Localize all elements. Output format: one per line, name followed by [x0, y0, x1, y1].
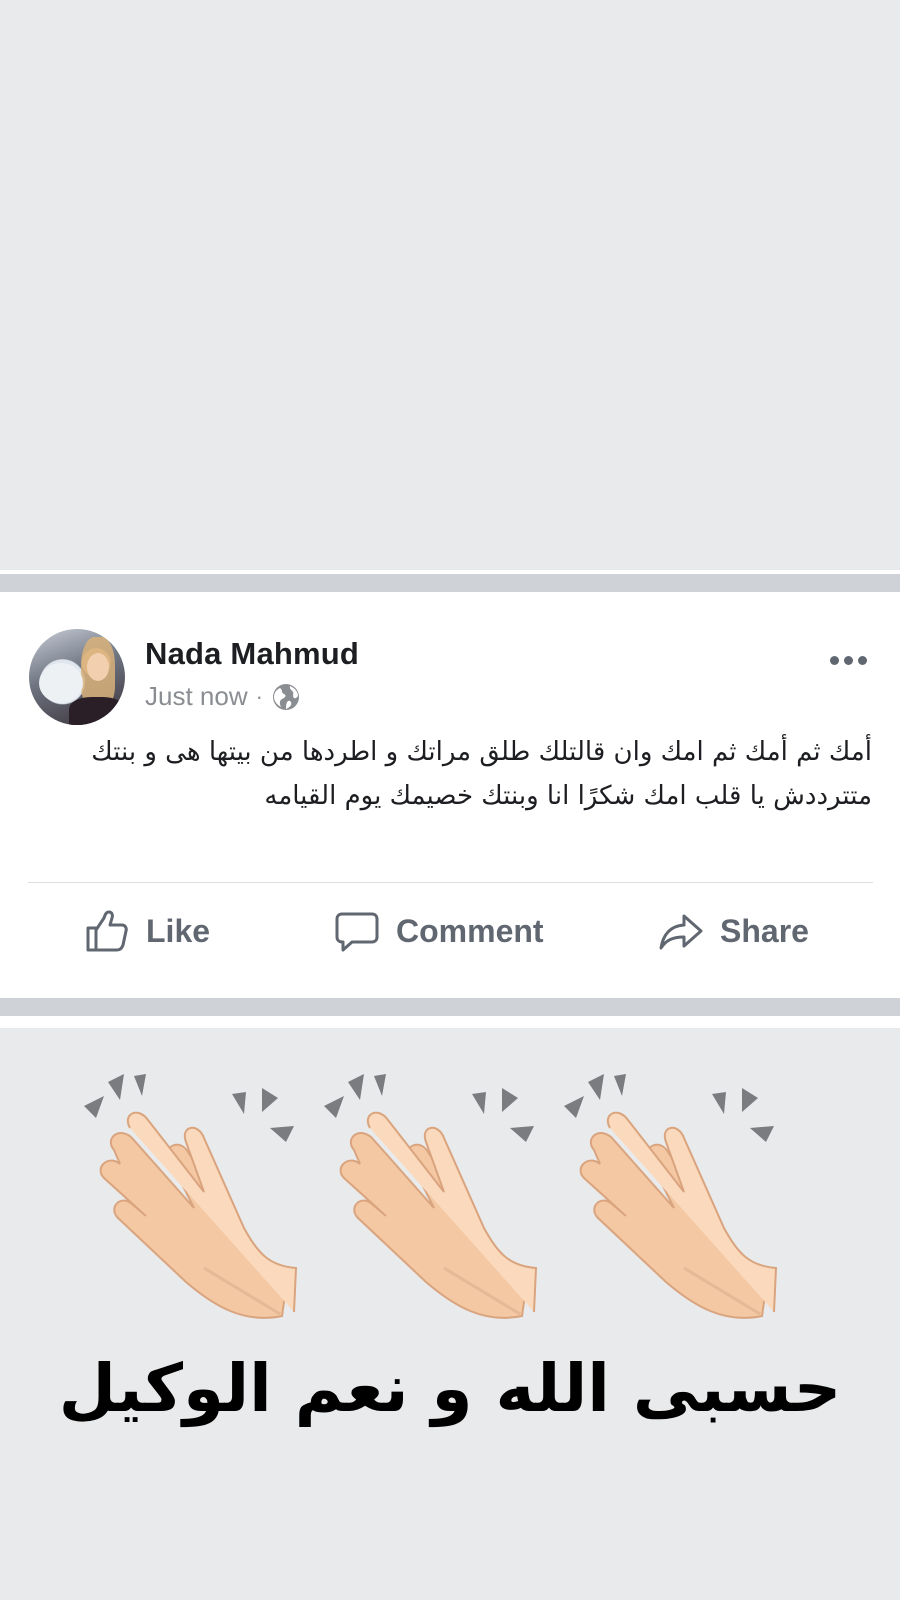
story-background-bottom: حسبى الله و نعم الوكيل — [0, 1028, 900, 1600]
avatar-face — [87, 653, 109, 681]
comment-icon — [335, 912, 379, 952]
meta-separator: · — [255, 683, 263, 709]
post-meta: Just now · — [145, 681, 301, 712]
separator-light — [0, 592, 900, 600]
post-divider — [28, 882, 873, 883]
story-background-top — [0, 0, 900, 570]
comment-label: Comment — [396, 912, 544, 949]
story-caption: حسبى الله و نعم الوكيل — [58, 1350, 842, 1427]
more-options-icon[interactable] — [830, 652, 874, 668]
share-button[interactable]: Share — [658, 908, 809, 954]
facebook-post-card: Nada Mahmud Just now · أمك ثم أمك ثم امك… — [0, 600, 900, 990]
thumbs-up-icon — [86, 910, 128, 952]
clapping-hands-icon — [324, 1074, 538, 1319]
avatar[interactable] — [29, 629, 125, 725]
comment-button[interactable]: Comment — [334, 908, 544, 954]
clapping-hands-icon — [564, 1074, 778, 1319]
globe-icon[interactable] — [271, 682, 301, 712]
feed-separator — [0, 998, 900, 1016]
share-label: Share — [720, 912, 809, 949]
avatar-clothing — [69, 697, 125, 725]
separator-light — [0, 990, 900, 998]
post-timestamp[interactable]: Just now — [145, 681, 248, 712]
avatar-pet — [39, 663, 83, 703]
clapping-hands-icon — [84, 1074, 298, 1319]
feed-separator — [0, 574, 900, 592]
author-name[interactable]: Nada Mahmud — [145, 636, 359, 672]
separator-light — [0, 1016, 900, 1028]
share-icon — [659, 914, 703, 950]
like-button[interactable]: Like — [84, 908, 210, 954]
post-text: أمك ثم أمك ثم امك وان قالتلك طلق مراتك و… — [91, 737, 872, 811]
like-label: Like — [146, 912, 211, 949]
